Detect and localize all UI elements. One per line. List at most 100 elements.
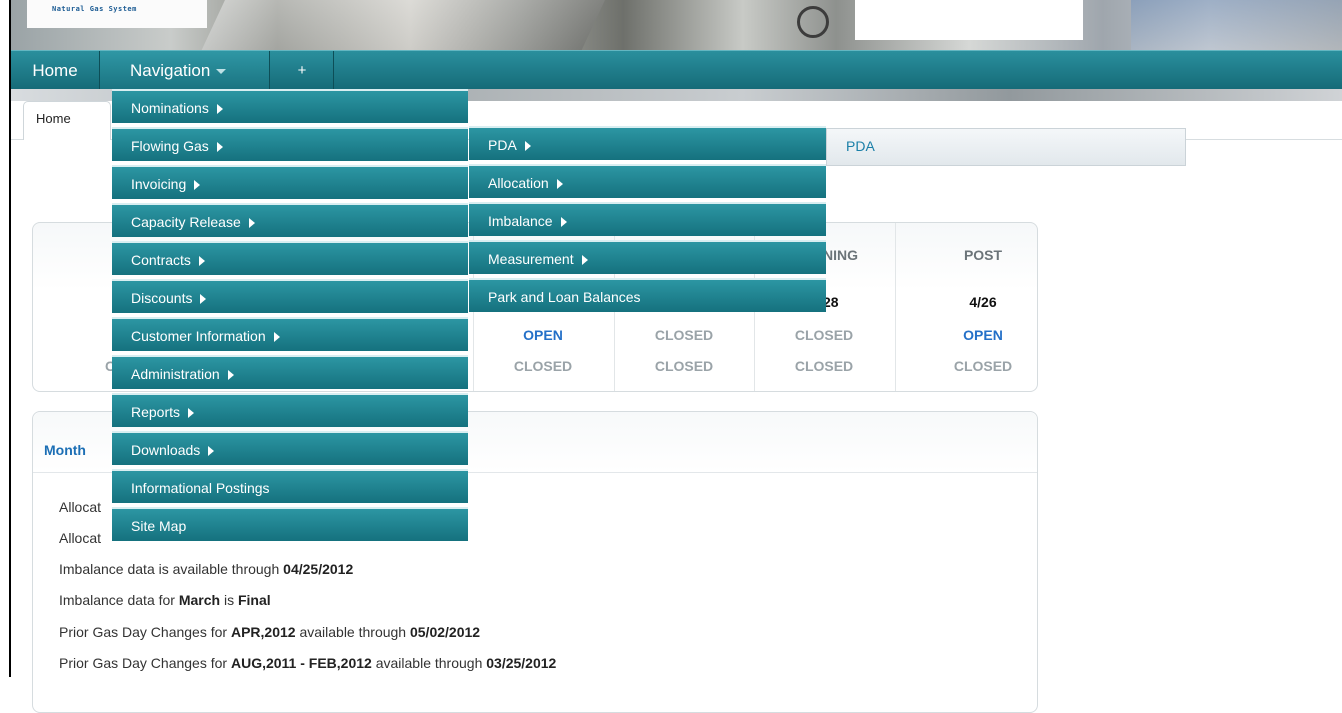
info-line: Prior Gas Day Changes for APR,2012 avail… [59,624,480,640]
menu-item-label: Administration [131,366,220,382]
submenu-item-imbalance[interactable]: Imbalance [469,202,826,236]
menu-item-label: Nominations [131,100,209,116]
chevron-right-icon [200,294,207,305]
logo-text: Natural Gas System [52,5,137,13]
info-text: Prior Gas Day Changes for [59,655,231,671]
info-value: 05/02/2012 [409,624,481,640]
tab-pda-label: PDA [846,138,875,154]
nav-navigation[interactable]: Navigation [100,51,270,90]
menu-item-site-map[interactable]: Site Map [112,507,468,541]
chevron-down-icon [216,69,227,75]
menu-item-informational-postings[interactable]: Informational Postings [112,469,468,503]
column-divider [895,223,896,391]
status-value: CLOSED [513,358,573,374]
banner-photo [192,0,610,50]
chevron-right-icon [227,370,234,381]
menu-item-customer-information[interactable]: Customer Information [112,317,468,351]
status-value: OPEN [963,327,1003,343]
status-value: CLOSED [654,358,714,374]
chevron-right-icon [524,141,531,152]
tab-home-label: Home [36,111,71,126]
info-text: available through [371,655,487,671]
info-text: Prior Gas Day Changes for [59,624,231,640]
info-line: Prior Gas Day Changes for AUG,2011 - FEB… [59,655,556,671]
menu-item-label: Site Map [131,518,187,534]
nav-home[interactable]: Home [11,51,100,90]
banner-blank-area [855,0,1083,40]
info-value: 04/25/2012 [283,561,354,577]
submenu-item-pda[interactable]: PDA [469,126,826,160]
column-header-post: POST [963,247,1003,263]
logo[interactable]: Natural Gas System [27,0,207,28]
nav-home-label: Home [32,61,78,80]
menu-item-discounts[interactable]: Discounts [112,279,468,313]
nav-add-button[interactable]: + [271,51,334,90]
status-value: OPEN [523,327,563,343]
info-line: Imbalance data for March is Final [59,592,271,608]
window-border [9,0,11,677]
plus-icon: + [297,62,307,79]
menu-item-nominations[interactable]: Nominations [112,89,468,123]
chevron-right-icon [216,142,223,153]
header-banner: Natural Gas System [11,0,1342,50]
status-value: CLOSED [794,327,854,343]
info-value: APR,2012 [230,624,296,640]
valve-image [797,6,829,38]
submenu-item-measurement[interactable]: Measurement [469,240,826,274]
menu-item-label: Capacity Release [131,214,241,230]
submenu-item-label: Park and Loan Balances [488,289,641,305]
tab-home[interactable]: Home [23,101,111,140]
menu-item-label: Informational Postings [131,480,270,496]
chevron-right-icon [581,255,588,266]
chevron-right-icon [198,256,205,267]
panel-title: Month [44,442,86,458]
info-text: is [220,592,238,608]
menu-item-label: Discounts [131,290,193,306]
menu-item-label: Invoicing [131,176,187,192]
submenu-item-label: PDA [488,137,517,153]
menu-item-capacity-release[interactable]: Capacity Release [112,203,468,237]
info-value: March [178,592,221,608]
info-line-fragment: Allocat [59,530,102,546]
menu-item-flowing-gas[interactable]: Flowing Gas [112,127,468,161]
menu-item-label: Contracts [131,252,191,268]
submenu-item-park-and-loan-balances[interactable]: Park and Loan Balances [469,278,826,312]
menu-item-label: Customer Information [131,328,266,344]
chevron-right-icon [248,218,255,229]
info-text: available through [295,624,410,640]
submenu-item-allocation[interactable]: Allocation [469,164,826,198]
status-value: CLOSED [953,358,1013,374]
status-value: CLOSED [654,327,714,343]
menu-item-label: Flowing Gas [131,138,209,154]
submenu-item-label: Allocation [488,175,549,191]
menu-item-downloads[interactable]: Downloads [112,431,468,465]
chevron-right-icon [216,104,223,115]
chevron-right-icon [194,180,201,191]
info-value: AUG,2011 - FEB,2012 [230,655,372,671]
info-value: Final [237,592,271,608]
chevron-right-icon [188,408,195,419]
menu-item-invoicing[interactable]: Invoicing [112,165,468,199]
submenu-item-label: Measurement [488,251,574,267]
chevron-right-icon [560,217,567,228]
chevron-right-icon [273,332,280,343]
column-header-partial: NING [823,247,858,263]
info-text: Imbalance data for [59,592,179,608]
column-date-post: 4/26 [969,294,997,310]
info-line: Imbalance data is available through 04/2… [59,561,353,577]
status-value: CLOSED [794,358,854,374]
info-line-fragment: Allocat [59,499,102,515]
info-value: 03/25/2012 [486,655,557,671]
menu-item-administration[interactable]: Administration [112,355,468,389]
menu-item-label: Reports [131,404,181,420]
menu-item-label: Downloads [131,442,201,458]
tab-pda[interactable]: PDA [826,128,1186,166]
info-text: Imbalance data is available through [59,561,284,577]
menu-item-reports[interactable]: Reports [112,393,468,427]
submenu-item-label: Imbalance [488,213,553,229]
main-navbar: Home Navigation + [11,50,1342,90]
menu-item-contracts[interactable]: Contracts [112,241,468,275]
banner-photo-right [1131,0,1342,50]
chevron-right-icon [556,179,563,190]
chevron-right-icon [208,446,215,457]
